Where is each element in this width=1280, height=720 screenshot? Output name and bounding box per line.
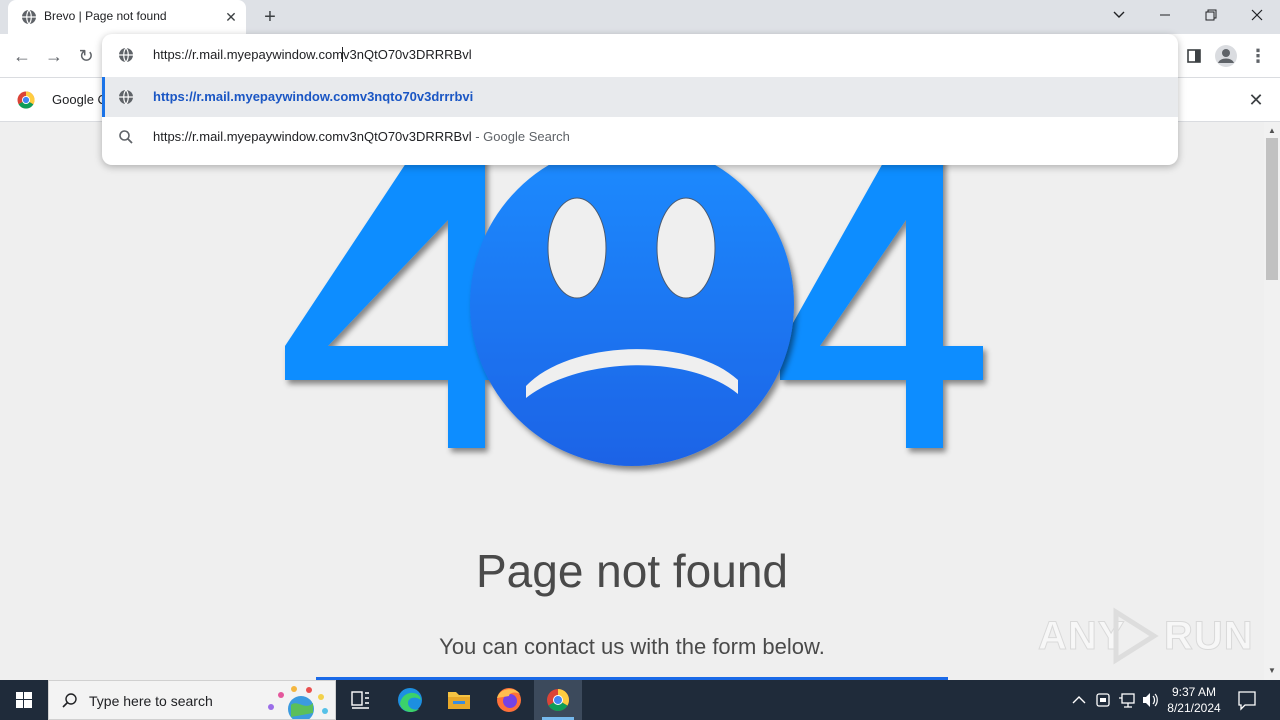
- address-text-before-caret: https://r.mail.myepaywindow.com: [153, 47, 344, 62]
- taskbar-file-explorer[interactable]: [435, 680, 483, 720]
- folder-icon: [448, 692, 470, 709]
- suggestion-text: https://r.mail.myepaywindow.comv3nQtO70v…: [153, 129, 570, 144]
- side-panel-button[interactable]: [1180, 42, 1208, 70]
- restore-icon: [1205, 9, 1217, 21]
- page-scrollbar[interactable]: ▲ ▼: [1264, 122, 1280, 680]
- suggestion-text: https://r.mail.myepaywindow.comv3nqto70v…: [153, 89, 474, 104]
- search-highlight-art-icon: [268, 686, 328, 719]
- chevron-up-icon: [1072, 696, 1086, 704]
- firefox-icon: [497, 688, 521, 712]
- taskbar-edge[interactable]: [386, 680, 434, 720]
- taskbar-chrome[interactable]: [534, 680, 582, 720]
- tab-close-button[interactable]: ✕: [222, 8, 240, 26]
- scroll-up-arrow-icon[interactable]: ▲: [1268, 126, 1276, 135]
- omnibox-dropdown: https://r.mail.myepaywindow.comv3nQtO70v…: [102, 34, 1178, 165]
- taskbar-search-placeholder: Type here to search: [89, 693, 213, 709]
- chevron-down-icon: [1113, 11, 1125, 18]
- close-icon: [1251, 9, 1263, 21]
- scroll-down-arrow-icon[interactable]: ▼: [1268, 666, 1276, 675]
- globe-icon: [22, 9, 36, 25]
- watermark-text-right: RUN: [1164, 614, 1254, 659]
- suggestion-query: https://r.mail.myepaywindow.comv3nQtO70v…: [153, 129, 472, 144]
- back-button[interactable]: ←: [8, 42, 36, 70]
- address-text-after-caret: v3nQtO70v3DRRRBvl: [343, 47, 472, 62]
- windows-logo-icon: [16, 692, 32, 708]
- network-icon: [1119, 693, 1135, 708]
- tab-strip: Brevo | Page not found ✕ +: [0, 0, 1280, 34]
- clock-date: 8/21/2024: [1167, 701, 1221, 715]
- taskbar-clock[interactable]: 9:37 AM 8/21/2024: [1162, 684, 1226, 716]
- task-view-icon: [351, 691, 369, 709]
- scroll-thumb[interactable]: [1266, 138, 1278, 280]
- address-bar[interactable]: https://r.mail.myepaywindow.comv3nQtO70v…: [102, 34, 1178, 76]
- speaker-icon: [1143, 693, 1158, 707]
- close-window-button[interactable]: [1234, 0, 1280, 30]
- side-panel-icon: [1187, 49, 1201, 63]
- menu-button[interactable]: ⋮: [1244, 42, 1272, 70]
- tray-device-button[interactable]: [1092, 680, 1114, 720]
- tab-search-button[interactable]: [1096, 0, 1142, 30]
- tray-overflow-button[interactable]: [1068, 680, 1090, 720]
- omnibox-suggestion-url[interactable]: https://r.mail.myepaywindow.comv3nqto70v…: [102, 77, 1178, 117]
- globe-icon: [119, 89, 133, 105]
- globe-icon: [119, 47, 133, 63]
- forward-button[interactable]: →: [40, 42, 68, 70]
- restore-button[interactable]: [1188, 0, 1234, 30]
- tray-volume-button[interactable]: [1140, 680, 1162, 720]
- infobar-text: Google C: [52, 92, 107, 107]
- device-icon: [1096, 693, 1110, 707]
- task-view-button[interactable]: [336, 680, 384, 720]
- anyrun-watermark: ANY RUN: [1037, 606, 1253, 666]
- suggestion-suffix: - Google Search: [471, 129, 570, 144]
- play-logo-icon: [1113, 607, 1159, 665]
- notification-icon: [1238, 691, 1256, 711]
- chrome-icon: [547, 689, 569, 711]
- page-content: Page not found You can contact us with t…: [0, 122, 1264, 680]
- avatar-icon: [1215, 45, 1237, 67]
- clock-time: 9:37 AM: [1171, 685, 1217, 699]
- edge-icon: [398, 688, 422, 712]
- sad-face-404-illustration: [285, 122, 983, 466]
- taskbar-firefox[interactable]: [485, 680, 533, 720]
- infobar-close-button[interactable]: ✕: [1244, 88, 1268, 112]
- search-icon: [119, 130, 133, 144]
- page-title: Page not found: [475, 545, 789, 597]
- browser-tab[interactable]: Brevo | Page not found ✕: [8, 0, 246, 34]
- minimize-icon: [1160, 14, 1170, 16]
- start-button[interactable]: [0, 680, 48, 720]
- profile-button[interactable]: [1212, 42, 1240, 70]
- omnibox-suggestion-search[interactable]: https://r.mail.myepaywindow.comv3nQtO70v…: [102, 117, 1178, 157]
- taskbar-search-box[interactable]: Type here to search: [48, 680, 336, 720]
- tray-network-button[interactable]: [1116, 680, 1138, 720]
- minimize-button[interactable]: [1142, 0, 1188, 30]
- search-icon: [62, 693, 77, 708]
- windows-taskbar: Type here to search 9:37 AM 8/21/2024: [0, 680, 1280, 720]
- address-input[interactable]: https://r.mail.myepaywindow.comv3nQtO70v…: [153, 47, 472, 62]
- chrome-icon: [17, 91, 35, 109]
- tab-title: Brevo | Page not found: [44, 9, 167, 23]
- notification-center-button[interactable]: [1232, 680, 1262, 720]
- new-tab-button[interactable]: +: [258, 5, 282, 29]
- reload-button[interactable]: ↻: [72, 42, 100, 70]
